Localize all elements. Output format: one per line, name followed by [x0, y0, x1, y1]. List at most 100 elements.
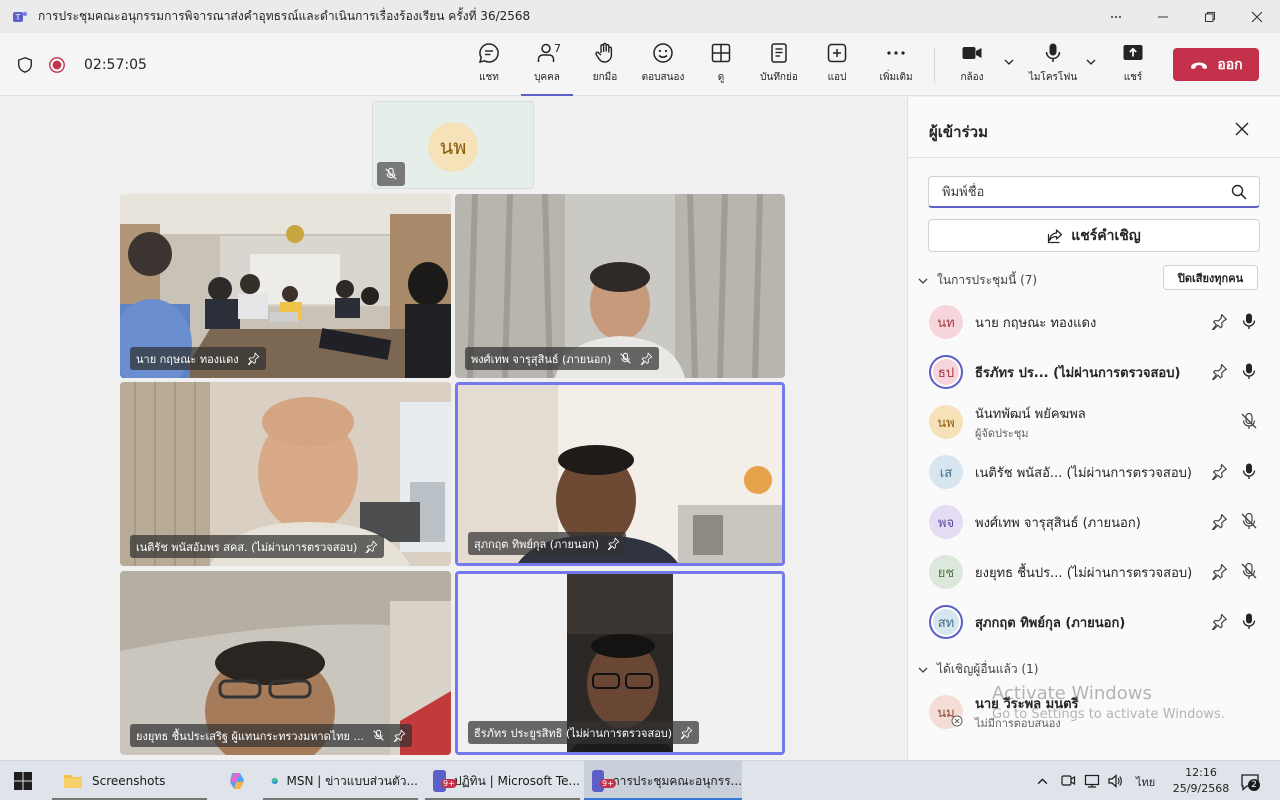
pin-icon[interactable] — [1211, 513, 1228, 530]
chevron-down-icon — [918, 667, 928, 673]
mute-all-button[interactable]: ปิดเสียงทุกคน — [1163, 265, 1258, 290]
taskbar-teams-calendar[interactable]: 9+ ปฏิทิน | Microsoft Te... — [425, 761, 580, 800]
video-tile-speaking[interactable]: ธีรภัทร ประยูรสิทธิ (ไม่ผ่านการตรวจสอบ) — [455, 571, 785, 755]
react-button[interactable]: ตอบสนอง — [633, 41, 693, 91]
participant-search-input[interactable] — [942, 182, 1222, 202]
participant-row[interactable]: ธป ธีรภัทร ปร... (ไม่ผ่านการตรวจสอบ) — [908, 347, 1280, 397]
people-label: บุคคล — [534, 72, 560, 83]
microphone-icon[interactable] — [1240, 462, 1258, 480]
restore-button[interactable] — [1186, 0, 1233, 33]
clock-date: 25/9/2568 — [1172, 782, 1230, 795]
taskbar-teams-meeting[interactable]: 9+ การประชุมคณะอนุกรร... — [584, 761, 742, 800]
chevron-up-icon[interactable] — [1036, 775, 1049, 788]
video-tile[interactable]: พงศ์เทพ จารุสุสินธ์ (ภายนอก) — [455, 194, 785, 378]
video-tile[interactable]: ยงยุทธ ชื้นประเสริฐ ผู้แทนกระทรวงมหาดไทย… — [120, 571, 451, 755]
participant-name: พงศ์เทพ จารุสุสินธ์ (ภายนอก) — [471, 352, 612, 366]
mic-off-icon — [620, 352, 632, 364]
pin-icon[interactable] — [640, 352, 653, 365]
pin-icon[interactable] — [1211, 613, 1228, 630]
windows-taskbar: Screenshots MSN | ข่าวแบบส่วนตัว... 9+ ป… — [0, 760, 1280, 800]
search-icon[interactable] — [1231, 184, 1247, 200]
mic-off-icon[interactable] — [1240, 412, 1258, 430]
participant-row[interactable]: เส เนติรัช พนัสอั... (ไม่ผ่านการตรวจสอบ) — [908, 447, 1280, 497]
volume-icon[interactable] — [1107, 773, 1123, 789]
camera-button[interactable]: กล้อง — [942, 41, 1002, 91]
mic-off-icon[interactable] — [1240, 512, 1258, 530]
pin-icon[interactable] — [247, 352, 260, 365]
participant-row[interactable]: สท สุภกฤต ทิพย์กุล (ภายนอก) — [908, 597, 1280, 647]
mic-button[interactable]: ไมโครโฟน — [1023, 41, 1083, 91]
participant-name: สุภกฤต ทิพย์กุล (ภายนอก) — [474, 537, 600, 551]
camera-options-chevron-icon[interactable] — [1002, 55, 1016, 69]
invited-participant-row[interactable]: นม นาย วีระพล มนตรี ไม่มีการตอบสนอง — [908, 687, 1280, 737]
share-invite-label: แชร์คำเชิญ — [1071, 227, 1141, 244]
not-responded-icon — [951, 715, 963, 727]
participant-row[interactable]: นพ นันทพัฒน์ พยัคฆพล ผู้จัดประชุม — [908, 397, 1280, 447]
ellipsis-icon — [1110, 15, 1121, 18]
participant-name: พงศ์เทพ จารุสุสินธ์ (ภายนอก) — [975, 516, 1141, 531]
hand-icon — [595, 42, 613, 63]
input-language[interactable]: ไทย — [1136, 773, 1155, 791]
people-button[interactable]: 7 บุคคล — [517, 41, 577, 96]
shield-icon[interactable] — [16, 56, 34, 74]
teams-logo-icon: T — [13, 11, 28, 22]
participant-row[interactable]: นท นาย กฤษณะ ทองแดง — [908, 297, 1280, 347]
microphone-icon[interactable] — [1240, 312, 1258, 330]
microphone-icon[interactable] — [1240, 362, 1258, 380]
participant-row[interactable]: ยช ยงยุทธ ชื้นปร... (ไม่ผ่านการตรวจสอบ) — [908, 547, 1280, 597]
close-panel-icon[interactable] — [1234, 121, 1250, 137]
share-button[interactable]: แชร์ — [1103, 41, 1163, 91]
notification-center-button[interactable]: 2 — [1239, 771, 1261, 793]
taskbar-screenshots[interactable]: Screenshots — [52, 761, 207, 800]
network-icon[interactable] — [1084, 773, 1100, 789]
organizer-avatar-tile[interactable]: นพ — [372, 101, 534, 189]
hang-up-icon — [1191, 62, 1208, 69]
pin-icon[interactable] — [1211, 363, 1228, 380]
task-label: MSN | ข่าวแบบส่วนตัว... — [286, 773, 418, 788]
notes-button[interactable]: บันทึกย่อ — [749, 41, 809, 91]
task-label: Screenshots — [92, 774, 166, 788]
video-tile[interactable]: เนติรัช พนัสอัมพร สคส. (ไม่ผ่านการตรวจสอ… — [120, 382, 451, 566]
in-meeting-label: ในการประชุมนี้ (7) — [937, 273, 1038, 287]
chat-button[interactable]: แชท — [459, 41, 519, 91]
participant-row[interactable]: พจ พงศ์เทพ จารุสุสินธ์ (ภายนอก) — [908, 497, 1280, 547]
leave-button[interactable]: ออก — [1173, 48, 1259, 81]
avatar: พจ — [929, 505, 963, 539]
pin-icon[interactable] — [607, 537, 620, 550]
mic-options-chevron-icon[interactable] — [1084, 55, 1098, 69]
meeting-timer: 02:57:05 — [84, 56, 147, 73]
pin-icon[interactable] — [680, 726, 693, 739]
video-tile[interactable]: นาย กฤษณะ ทองแดง — [120, 194, 451, 378]
pin-icon[interactable] — [1211, 313, 1228, 330]
minimize-button[interactable] — [1139, 0, 1186, 33]
invited-section-toggle[interactable]: ได้เชิญผู้อื่นแล้ว (1) — [917, 660, 1038, 679]
pin-icon[interactable] — [365, 540, 378, 553]
add-app-icon — [827, 43, 847, 63]
avatar: นพ — [428, 122, 478, 172]
more-button[interactable]: เพิ่มเติม — [866, 41, 926, 91]
pin-icon[interactable] — [1211, 463, 1228, 480]
view-button[interactable]: ดู — [691, 41, 751, 91]
notes-icon — [771, 43, 787, 63]
participant-name: นาย กฤษณะ ทองแดง — [975, 316, 1097, 331]
apps-button[interactable]: แอป — [807, 41, 867, 91]
video-tile-speaking[interactable]: สุภกฤต ทิพย์กุล (ภายนอก) — [455, 382, 785, 566]
microphone-icon[interactable] — [1240, 612, 1258, 630]
task-label: การประชุมคณะอนุกรร... — [612, 773, 742, 788]
pin-icon[interactable] — [1211, 563, 1228, 580]
mic-off-icon[interactable] — [1240, 562, 1258, 580]
raise-hand-button[interactable]: ยกมือ — [575, 41, 635, 91]
pin-icon[interactable] — [393, 729, 406, 742]
avatar: นท — [929, 305, 963, 339]
close-window-button[interactable] — [1233, 0, 1280, 33]
meeting-indicator-icon[interactable] — [1060, 773, 1076, 789]
taskbar-copilot[interactable] — [222, 761, 252, 800]
share-invite-button[interactable]: แชร์คำเชิญ — [928, 219, 1260, 252]
more-options-button[interactable] — [1092, 0, 1139, 33]
taskbar-edge-msn[interactable]: MSN | ข่าวแบบส่วนตัว... — [263, 761, 418, 800]
in-meeting-section-toggle[interactable]: ในการประชุมนี้ (7) — [917, 271, 1037, 290]
recording-icon[interactable] — [48, 56, 66, 74]
system-clock[interactable]: 12:16 25/9/2568 — [1172, 765, 1230, 797]
windows-start-icon[interactable] — [14, 772, 32, 790]
participant-name-tag: พงศ์เทพ จารุสุสินธ์ (ภายนอก) — [465, 347, 660, 370]
